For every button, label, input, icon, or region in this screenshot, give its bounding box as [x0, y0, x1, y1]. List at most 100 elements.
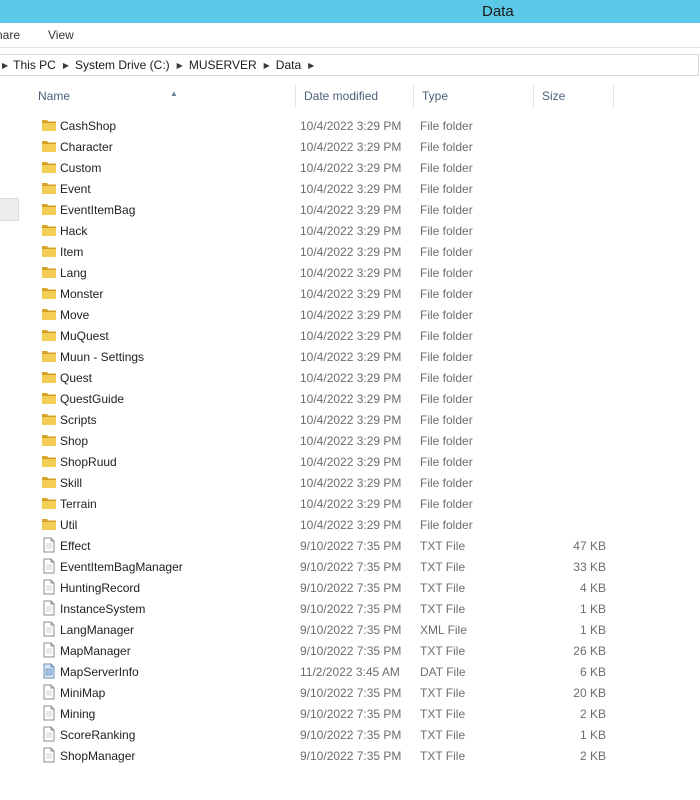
column-header-date[interactable]: Date modified — [296, 85, 414, 108]
folder-icon — [41, 138, 57, 154]
text-file-icon — [41, 621, 57, 637]
file-type: File folder — [420, 308, 473, 322]
list-item[interactable]: Item 10/4/2022 3:29 PM File folder — [20, 241, 660, 262]
file-type: File folder — [420, 161, 473, 175]
file-date-modified: 9/10/2022 7:35 PM — [300, 728, 402, 742]
file-size: 47 KB — [573, 539, 606, 553]
navigation-pane-selected-item[interactable] — [0, 198, 19, 221]
file-name: EventItemBag — [60, 203, 136, 217]
folder-icon — [41, 264, 57, 280]
file-size: 20 KB — [573, 686, 606, 700]
file-type: XML File — [420, 623, 467, 637]
file-date-modified: 9/10/2022 7:35 PM — [300, 623, 402, 637]
file-name: Character — [60, 140, 113, 154]
text-file-icon — [41, 747, 57, 763]
list-item[interactable]: MiniMap 9/10/2022 7:35 PM TXT File 20 KB — [20, 682, 660, 703]
folder-icon — [41, 474, 57, 490]
list-item[interactable]: Move 10/4/2022 3:29 PM File folder — [20, 304, 660, 325]
folder-icon — [41, 453, 57, 469]
breadcrumb-arrow-icon[interactable]: ▶ — [177, 61, 183, 70]
address-bar[interactable]: ▶ This PC ▶ System Drive (C:) ▶ MUSERVER… — [0, 54, 699, 76]
list-item[interactable]: MuQuest 10/4/2022 3:29 PM File folder — [20, 325, 660, 346]
folder-icon — [41, 180, 57, 196]
list-item[interactable]: Terrain 10/4/2022 3:29 PM File folder — [20, 493, 660, 514]
file-type: File folder — [420, 266, 473, 280]
file-type: TXT File — [420, 686, 466, 700]
breadcrumb-arrow-icon[interactable]: ▶ — [2, 61, 8, 70]
column-header-name[interactable]: Name ▲ — [30, 85, 296, 108]
list-item[interactable]: MapServerInfo 11/2/2022 3:45 AM DAT File 6 … — [20, 661, 660, 682]
file-size: 26 KB — [573, 644, 606, 658]
file-date-modified: 10/4/2022 3:29 PM — [300, 455, 402, 469]
list-item[interactable]: Skill 10/4/2022 3:29 PM File folder — [20, 472, 660, 493]
breadcrumb-arrow-icon[interactable]: ▶ — [63, 61, 69, 70]
list-item[interactable]: CashShop 10/4/2022 3:29 PM File folder — [20, 115, 660, 136]
file-type: TXT File — [420, 581, 466, 595]
file-date-modified: 10/4/2022 3:29 PM — [300, 329, 402, 343]
column-header-size[interactable]: Size — [534, 85, 614, 108]
text-file-icon — [41, 684, 57, 700]
folder-icon — [41, 285, 57, 301]
list-item[interactable]: Mining 9/10/2022 7:35 PM TXT File 2 KB — [20, 703, 660, 724]
list-item[interactable]: InstanceSystem 9/10/2022 7:35 PM TXT File 1… — [20, 598, 660, 619]
file-date-modified: 9/10/2022 7:35 PM — [300, 560, 402, 574]
tab-share[interactable]: nare — [0, 28, 20, 42]
list-item[interactable]: ScoreRanking 9/10/2022 7:35 PM TXT File 1 K… — [20, 724, 660, 745]
list-item[interactable]: EventItemBagManager 9/10/2022 7:35 PM TXT … — [20, 556, 660, 577]
folder-icon — [41, 201, 57, 217]
file-name: Lang — [60, 266, 87, 280]
list-item[interactable]: Custom 10/4/2022 3:29 PM File folder — [20, 157, 660, 178]
text-file-icon — [41, 537, 57, 553]
file-size: 2 KB — [579, 707, 606, 721]
file-name: Terrain — [60, 497, 97, 511]
list-item[interactable]: Util 10/4/2022 3:29 PM File folder — [20, 514, 660, 535]
file-date-modified: 9/10/2022 7:35 PM — [300, 749, 402, 763]
breadcrumb-data[interactable]: Data — [276, 58, 301, 72]
list-item[interactable]: Effect 9/10/2022 7:35 PM TXT File 47 KB — [20, 535, 660, 556]
file-name: Effect — [60, 539, 91, 553]
file-date-modified: 10/4/2022 3:29 PM — [300, 476, 402, 490]
file-type: TXT File — [420, 728, 466, 742]
list-item[interactable]: ShopManager 9/10/2022 7:35 PM TXT File 2 KB — [20, 745, 660, 766]
folder-icon — [41, 222, 57, 238]
file-type: DAT File — [420, 665, 466, 679]
list-item[interactable]: Scripts 10/4/2022 3:29 PM File folder — [20, 409, 660, 430]
list-item[interactable]: LangManager 9/10/2022 7:35 PM XML File 1 KB — [20, 619, 660, 640]
folder-icon — [41, 369, 57, 385]
file-date-modified: 10/4/2022 3:29 PM — [300, 287, 402, 301]
file-name: Skill — [60, 476, 83, 490]
list-item[interactable]: Muun - Settings 10/4/2022 3:29 PM File fol… — [20, 346, 660, 367]
file-name: Util — [60, 518, 78, 532]
file-name: ShopManager — [60, 749, 136, 763]
list-item[interactable]: Monster 10/4/2022 3:29 PM File folder — [20, 283, 660, 304]
file-date-modified: 9/10/2022 7:35 PM — [300, 539, 402, 553]
file-name: MuQuest — [60, 329, 109, 343]
list-item[interactable]: ShopRuud 10/4/2022 3:29 PM File folder — [20, 451, 660, 472]
breadcrumb-muserver[interactable]: MUSERVER — [189, 58, 257, 72]
file-size: 4 KB — [579, 581, 606, 595]
file-date-modified: 10/4/2022 3:29 PM — [300, 308, 402, 322]
list-item[interactable]: Hack 10/4/2022 3:29 PM File folder — [20, 220, 660, 241]
list-item[interactable]: Event 10/4/2022 3:29 PM File folder — [20, 178, 660, 199]
breadcrumb-arrow-icon[interactable]: ▶ — [264, 61, 270, 70]
column-header-type[interactable]: Type — [414, 85, 534, 108]
list-item[interactable]: MapManager 9/10/2022 7:35 PM TXT File 26 KB — [20, 640, 660, 661]
list-item[interactable]: Quest 10/4/2022 3:29 PM File folder — [20, 367, 660, 388]
file-name: Shop — [60, 434, 89, 448]
file-type: File folder — [420, 392, 473, 406]
file-date-modified: 11/2/2022 3:45 AM — [300, 665, 400, 679]
file-name: LangManager — [60, 623, 135, 637]
list-item[interactable]: Character 10/4/2022 3:29 PM File folder — [20, 136, 660, 157]
folder-icon — [41, 348, 57, 364]
list-item[interactable]: Lang 10/4/2022 3:29 PM File folder — [20, 262, 660, 283]
breadcrumb-arrow-icon[interactable]: ▶ — [308, 61, 314, 70]
text-file-icon — [41, 558, 57, 574]
list-item[interactable]: HuntingRecord 9/10/2022 7:35 PM TXT File 4 … — [20, 577, 660, 598]
list-item[interactable]: Shop 10/4/2022 3:29 PM File folder — [20, 430, 660, 451]
tab-view[interactable]: View — [48, 28, 74, 42]
breadcrumb-system-drive[interactable]: System Drive (C:) — [75, 58, 170, 72]
list-item[interactable]: EventItemBag 10/4/2022 3:29 PM File folder — [20, 199, 660, 220]
breadcrumb-this-pc[interactable]: This PC — [13, 58, 56, 72]
list-item[interactable]: QuestGuide 10/4/2022 3:29 PM File folder — [20, 388, 660, 409]
folder-icon — [41, 411, 57, 427]
